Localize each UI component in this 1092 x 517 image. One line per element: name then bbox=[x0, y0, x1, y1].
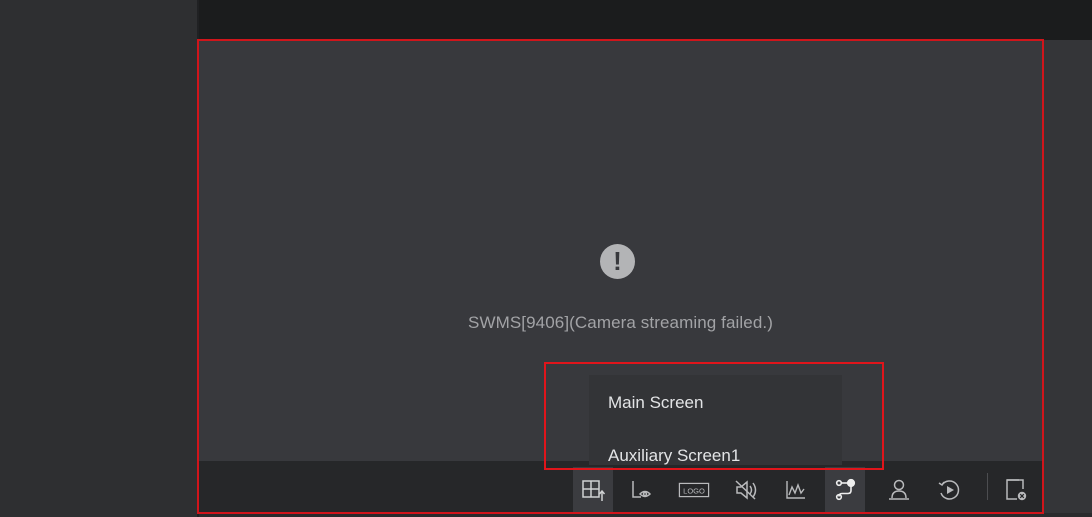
mute-icon bbox=[735, 479, 757, 500]
menu-highlight-box bbox=[544, 362, 884, 470]
exclamation-circle-icon: ! bbox=[600, 244, 635, 279]
privacy-mask-icon bbox=[632, 480, 652, 498]
svg-text:LOGO: LOGO bbox=[683, 486, 705, 495]
top-bar bbox=[199, 0, 1092, 40]
person-icon bbox=[889, 479, 909, 500]
person-button[interactable] bbox=[879, 467, 919, 512]
playback-button[interactable] bbox=[929, 467, 969, 512]
logo-overlay-icon: LOGO bbox=[678, 482, 710, 497]
error-message: SWMS[9406](Camera streaming failed.) bbox=[468, 313, 773, 332]
output-screen-icon bbox=[835, 478, 856, 500]
close-window-button[interactable] bbox=[996, 467, 1036, 512]
right-panel bbox=[1044, 40, 1092, 517]
toolbar-separator bbox=[987, 473, 988, 500]
privacy-mask-button[interactable] bbox=[621, 467, 661, 512]
waveform-icon bbox=[786, 480, 805, 499]
window-layout-icon bbox=[582, 479, 606, 501]
left-panel bbox=[0, 0, 197, 517]
waveform-button[interactable] bbox=[776, 467, 816, 512]
output-screen-button[interactable] bbox=[825, 467, 865, 512]
playback-icon bbox=[938, 479, 960, 500]
close-window-icon bbox=[1006, 478, 1027, 500]
mute-button[interactable] bbox=[726, 467, 766, 512]
window-layout-button[interactable] bbox=[573, 467, 613, 512]
logo-overlay-button[interactable]: LOGO bbox=[674, 467, 714, 512]
